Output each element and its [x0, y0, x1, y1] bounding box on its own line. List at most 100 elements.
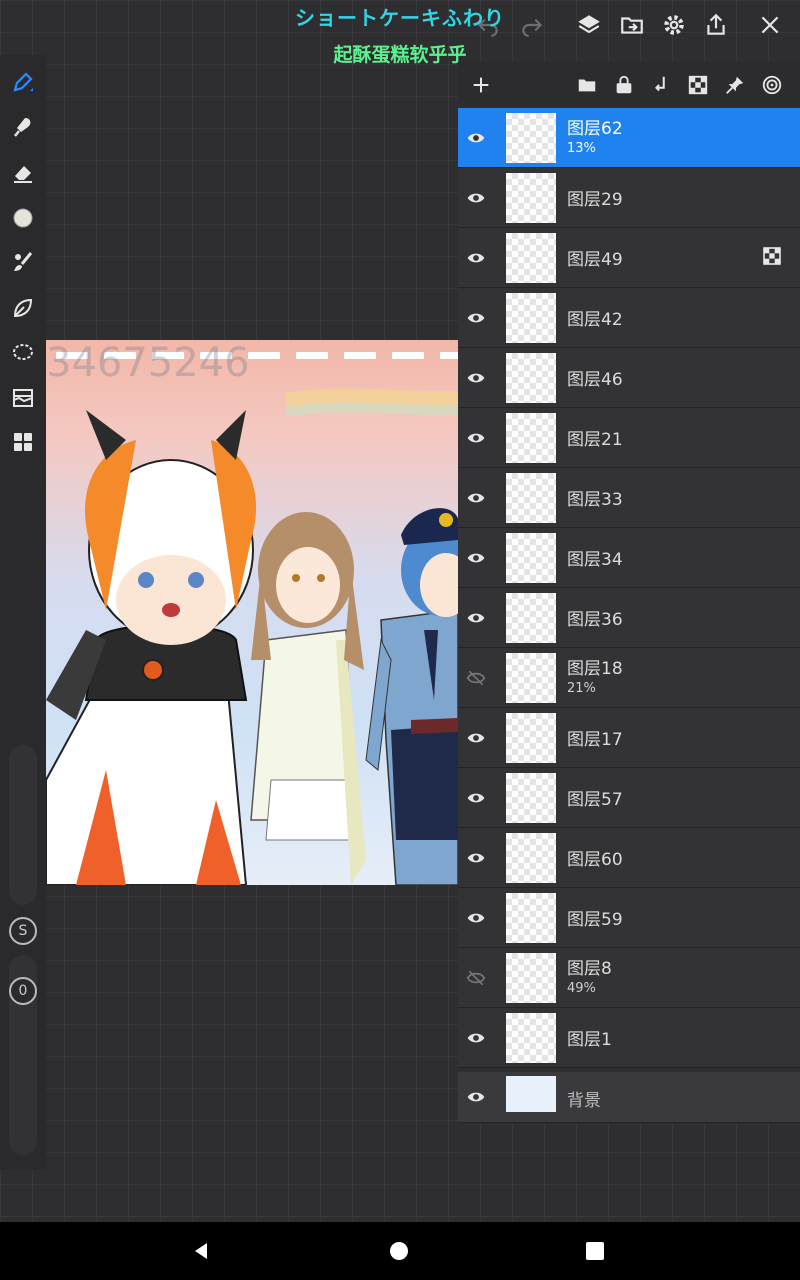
pin-icon[interactable] [720, 70, 750, 100]
layer-name: 背景 [567, 1091, 601, 1111]
layer-name: 图层49 [567, 250, 623, 270]
eye-icon[interactable] [458, 288, 494, 347]
import-export-icon[interactable] [614, 8, 650, 42]
layer-thumbnail [506, 473, 556, 523]
layer-opacity: 21% [567, 681, 596, 696]
eye-hidden-icon[interactable] [458, 948, 494, 1007]
layer-row[interactable]: 图层33 [458, 468, 800, 528]
layer-row[interactable]: 图层29 [458, 168, 800, 228]
layer-name: 图层17 [567, 730, 623, 750]
layer-thumbnail [506, 293, 556, 343]
lasso-icon[interactable] [6, 336, 40, 370]
back-icon[interactable] [186, 1236, 216, 1266]
layer-row[interactable]: 图层62 13% [458, 108, 800, 168]
clipping-icon[interactable] [683, 70, 713, 100]
checker-icon [762, 246, 782, 266]
layer-row[interactable]: 图层21 [458, 408, 800, 468]
layer-thumbnail [506, 233, 556, 283]
eye-icon[interactable] [458, 168, 494, 227]
layer-thumbnail [506, 893, 556, 943]
eye-icon[interactable] [458, 468, 494, 527]
layer-row[interactable]: 图层1 [458, 1008, 800, 1068]
layer-thumbnail [506, 773, 556, 823]
leaf-icon[interactable] [6, 291, 40, 325]
close-icon[interactable] [752, 8, 788, 42]
layer-name: 图层8 [567, 959, 612, 979]
eraser-icon[interactable] [6, 156, 40, 190]
merge-down-icon[interactable] [646, 70, 676, 100]
layer-thumbnail [506, 1013, 556, 1063]
gear-icon[interactable] [656, 8, 692, 42]
layer-name: 图层1 [567, 1030, 612, 1050]
layer-adjust-icon[interactable] [6, 381, 40, 415]
color-circle-icon[interactable] [6, 201, 40, 235]
eye-icon[interactable] [458, 1008, 494, 1067]
lock-icon[interactable] [609, 70, 639, 100]
eye-icon[interactable] [458, 348, 494, 407]
layer-row[interactable]: 图层18 21% [458, 648, 800, 708]
layer-name: 图层21 [567, 430, 623, 450]
layer-name: 图层59 [567, 910, 623, 930]
layer-row[interactable]: 图层8 49% [458, 948, 800, 1008]
grid-apps-icon[interactable] [6, 425, 40, 459]
layer-row[interactable]: 图层36 [458, 588, 800, 648]
layers-icon[interactable] [571, 8, 607, 42]
layer-name: 图层62 [567, 119, 623, 139]
eye-icon[interactable] [458, 588, 494, 647]
size-indicator[interactable]: S [9, 917, 37, 945]
eye-icon[interactable] [458, 228, 494, 287]
layer-row[interactable]: 图层42 [458, 288, 800, 348]
layer-thumbnail [506, 173, 556, 223]
layer-name: 图层57 [567, 790, 623, 810]
layer-row[interactable]: 图层46 [458, 348, 800, 408]
layer-opacity: 13% [567, 141, 596, 156]
smudge-icon[interactable] [6, 110, 40, 144]
layer-thumbnail [506, 653, 556, 703]
layer-thumbnail [506, 833, 556, 883]
eye-icon[interactable] [458, 408, 494, 467]
eye-icon[interactable] [458, 108, 494, 167]
eye-icon[interactable] [458, 708, 494, 767]
layer-row[interactable]: 图层57 [458, 768, 800, 828]
pen-tool-icon[interactable] [6, 65, 40, 99]
drawing-canvas[interactable]: 34675246 [46, 340, 458, 885]
eye-icon[interactable] [458, 828, 494, 887]
layer-thumbnail [506, 953, 556, 1003]
layer-row[interactable]: 图层60 [458, 828, 800, 888]
eye-hidden-icon[interactable] [458, 648, 494, 707]
eye-icon[interactable] [458, 1072, 494, 1122]
opacity-indicator[interactable]: 0 [9, 977, 37, 1005]
folder-icon[interactable] [572, 70, 602, 100]
layer-name: 图层34 [567, 550, 623, 570]
layer-settings-icon[interactable] [757, 70, 787, 100]
left-toolbar: S 0 [0, 55, 46, 1170]
layer-name: 图层42 [567, 310, 623, 330]
eye-icon[interactable] [458, 888, 494, 947]
background-layer-row[interactable]: 背景 [458, 1072, 800, 1123]
layer-thumbnail [506, 593, 556, 643]
system-navbar [0, 1222, 800, 1280]
brush-size-slider[interactable] [9, 745, 37, 905]
layer-row[interactable]: 图层17 [458, 708, 800, 768]
layer-name: 图层36 [567, 610, 623, 630]
recents-icon[interactable] [580, 1236, 610, 1266]
brush-tool-icon[interactable] [6, 245, 40, 279]
share-icon[interactable] [698, 8, 734, 42]
layer-row[interactable]: 图层59 [458, 888, 800, 948]
layer-name: 图层33 [567, 490, 623, 510]
layer-thumbnail [506, 413, 556, 463]
layer-name: 图层29 [567, 190, 623, 210]
overlay-title: ショートケーキふわり [295, 6, 505, 30]
layer-name: 图层60 [567, 850, 623, 870]
home-icon[interactable] [384, 1236, 414, 1266]
layer-thumbnail [506, 713, 556, 763]
layer-name: 图层18 [567, 659, 623, 679]
eye-icon[interactable] [458, 768, 494, 827]
add-layer-icon[interactable] [466, 70, 496, 100]
canvas-artwork [46, 388, 458, 885]
layer-row[interactable]: 图层49 [458, 228, 800, 288]
eye-icon[interactable] [458, 528, 494, 587]
layer-thumbnail [506, 1076, 556, 1112]
layer-thumbnail [506, 113, 556, 163]
layer-row[interactable]: 图层34 [458, 528, 800, 588]
